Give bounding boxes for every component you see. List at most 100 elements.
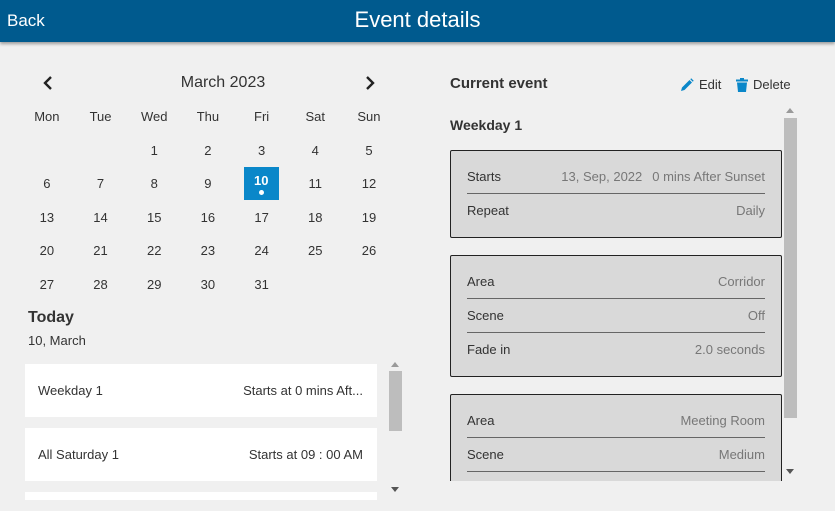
weekday-label: Thu xyxy=(196,109,220,124)
calendar-day-selected[interactable]: 10 xyxy=(235,167,289,201)
repeat-label: Repeat xyxy=(467,203,509,218)
next-month-button[interactable] xyxy=(360,72,380,94)
calendar-day[interactable]: 1 xyxy=(127,134,181,168)
calendar-day[interactable]: 4 xyxy=(288,134,342,168)
event-list-scrollbar[interactable] xyxy=(388,360,402,500)
calendar-empty-cell xyxy=(74,134,128,168)
fade-row: Fade in 2.0 seconds xyxy=(467,333,765,367)
scene-value: Medium xyxy=(718,447,765,462)
calendar-day[interactable]: 17 xyxy=(235,201,289,235)
weekday-label: Sat xyxy=(305,109,326,124)
edit-label: Edit xyxy=(699,77,722,92)
calendar-empty-cell xyxy=(288,268,342,302)
calendar-day[interactable]: 27 xyxy=(20,268,74,302)
fade-label: Fade in xyxy=(467,342,511,357)
calendar-day[interactable]: 12 xyxy=(342,167,396,201)
day-number: 10 xyxy=(254,173,269,188)
current-event-heading: Current event xyxy=(450,75,548,92)
calendar-day[interactable]: 13 xyxy=(20,201,74,235)
calendar-day[interactable]: 8 xyxy=(127,167,181,201)
calendar-day[interactable]: 14 xyxy=(74,201,128,235)
calendar-day[interactable]: 15 xyxy=(127,201,181,235)
today-date: 10, March xyxy=(28,333,86,348)
repeat-row: Repeat Daily xyxy=(467,194,765,228)
list-item[interactable]: Weekday 1 Starts at 0 mins Aft... xyxy=(25,364,377,417)
weekday-row: Mon Tue Wed Thu Fri Sat Sun xyxy=(20,100,396,134)
calendar-day[interactable]: 3 xyxy=(235,134,289,168)
scroll-up-icon[interactable] xyxy=(786,108,794,113)
chevron-right-icon xyxy=(366,76,375,90)
list-item[interactable]: All Saturday 1 Starts at 09 : 00 AM xyxy=(25,428,377,481)
fade-row: Fade in xyxy=(467,472,765,481)
weekday-label: Sun xyxy=(357,109,381,124)
delete-label: Delete xyxy=(753,77,791,92)
area-row: Area Meeting Room xyxy=(467,404,765,438)
fade-label: Fade in xyxy=(467,472,510,481)
calendar-day[interactable]: 31 xyxy=(235,268,289,302)
calendar-day[interactable]: 18 xyxy=(288,201,342,235)
calendar-week-row: 20 21 22 23 24 25 26 xyxy=(20,234,396,268)
calendar-day[interactable]: 6 xyxy=(20,167,74,201)
weekday-label: Wed xyxy=(140,109,168,124)
pencil-icon xyxy=(681,77,694,91)
calendar-day[interactable]: 20 xyxy=(20,234,74,268)
calendar-day[interactable]: 21 xyxy=(74,234,128,268)
starts-row: Starts 13, Sep, 2022 0 mins After Sunset xyxy=(467,160,765,194)
calendar-day[interactable]: 9 xyxy=(181,167,235,201)
event-time: Starts at 0 mins Aft... xyxy=(243,383,363,398)
calendar-day[interactable]: 29 xyxy=(127,268,181,302)
scroll-up-icon[interactable] xyxy=(391,362,399,367)
schedule-card: Starts 13, Sep, 2022 0 mins After Sunset … xyxy=(450,150,782,238)
area-label: Area xyxy=(467,274,495,289)
trash-icon xyxy=(736,77,748,92)
fade-value: 2.0 seconds xyxy=(694,342,765,357)
calendar-day[interactable]: 11 xyxy=(288,167,342,201)
calendar-day[interactable]: 30 xyxy=(181,268,235,302)
today-event-list: Weekday 1 Starts at 0 mins Aft... All Sa… xyxy=(25,364,377,511)
scene-label: Scene xyxy=(467,308,504,323)
details-scrollbar[interactable] xyxy=(783,105,797,480)
scene-value: Off xyxy=(747,308,765,323)
weekday-label: Tue xyxy=(89,109,112,124)
repeat-value: Daily xyxy=(736,203,765,218)
page-title: Event details xyxy=(354,7,481,32)
list-item[interactable] xyxy=(25,492,377,500)
edit-button[interactable]: Edit xyxy=(680,77,721,92)
calendar-week-row: 12345 xyxy=(20,134,396,168)
area-value: Corridor xyxy=(718,274,765,289)
calendar-day[interactable]: 16 xyxy=(181,201,235,235)
calendar-header: March 2023 xyxy=(28,70,388,96)
calendar-day[interactable]: 5 xyxy=(342,134,396,168)
event-name-heading: Weekday 1 xyxy=(450,117,523,133)
selected-day-highlight[interactable]: 10 xyxy=(243,167,279,200)
scrollbar-thumb[interactable] xyxy=(784,118,797,418)
calendar-day[interactable]: 28 xyxy=(74,268,128,302)
calendar-week-row: 6 7 8 9 10 11 12 xyxy=(20,167,396,201)
scene-row: Scene Medium xyxy=(467,438,765,472)
calendar-day[interactable]: 24 xyxy=(235,234,289,268)
event-indicator-dot xyxy=(258,190,264,195)
area-value: Meeting Room xyxy=(680,413,765,428)
scrollbar-thumb[interactable] xyxy=(389,371,402,431)
calendar-day[interactable]: 2 xyxy=(181,134,235,168)
calendar-day[interactable]: 7 xyxy=(74,167,128,201)
scroll-down-icon[interactable] xyxy=(391,487,399,492)
calendar-day[interactable]: 26 xyxy=(342,234,396,268)
calendar-week-row: 13 14 15 16 17 18 19 xyxy=(20,201,396,235)
calendar-day[interactable]: 23 xyxy=(181,234,235,268)
event-details-panel: Starts 13, Sep, 2022 0 mins After Sunset … xyxy=(450,150,782,481)
event-name: All Saturday 1 xyxy=(38,447,119,462)
scene-row: Scene Off xyxy=(467,299,765,333)
weekday-label: Fri xyxy=(254,109,270,124)
delete-button[interactable]: Delete xyxy=(736,77,791,92)
scroll-down-icon[interactable] xyxy=(786,469,794,474)
calendar-day[interactable]: 25 xyxy=(288,234,342,268)
weekday-label: Mon xyxy=(34,109,60,124)
calendar-empty-cell xyxy=(342,268,396,302)
calendar-day[interactable]: 22 xyxy=(127,234,181,268)
calendar-day[interactable]: 19 xyxy=(342,201,396,235)
starts-time: 0 mins After Sunset xyxy=(652,169,765,184)
area-row: Area Corridor xyxy=(467,265,765,299)
calendar-empty-cell xyxy=(20,134,74,168)
event-name: Weekday 1 xyxy=(38,383,103,398)
